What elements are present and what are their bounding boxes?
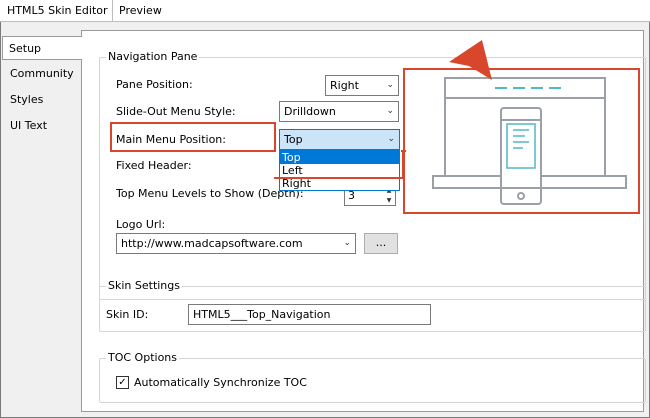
dropdown-callout xyxy=(274,151,404,179)
side-tab-community[interactable]: Community xyxy=(4,62,80,86)
logo-url-value: http://www.madcapsoftware.com xyxy=(121,237,303,250)
slide-out-style-value: Drilldown xyxy=(284,105,336,118)
logo-url-label: Logo Url: xyxy=(116,218,166,231)
top-menu-levels-value: 3 xyxy=(348,189,355,202)
pane-position-value: Right xyxy=(330,79,359,92)
main-menu-position-select[interactable]: Top ⌄ xyxy=(279,129,400,150)
chevron-down-icon: ⌄ xyxy=(386,106,394,116)
auto-sync-label: Automatically Synchronize TOC xyxy=(134,376,307,389)
pane-position-select[interactable]: Right ⌄ xyxy=(325,75,399,96)
side-tab-styles[interactable]: Styles xyxy=(4,88,80,112)
pane-position-label: Pane Position: xyxy=(116,78,193,91)
chevron-down-icon: ⌄ xyxy=(386,80,394,90)
skin-settings-title: Skin Settings xyxy=(106,279,182,293)
editor-tab-bar: HTML5 Skin Editor Preview xyxy=(0,0,650,22)
slide-out-style-label: Slide-Out Menu Style: xyxy=(116,105,236,118)
chevron-down-icon: ⌄ xyxy=(387,134,395,144)
main-menu-callout xyxy=(110,122,276,152)
logo-url-browse-button[interactable]: ... xyxy=(364,233,398,254)
side-tabs: Setup Community Styles UI Text xyxy=(0,22,82,418)
callout-arrow-shape xyxy=(449,40,492,80)
slide-out-style-select[interactable]: Drilldown ⌄ xyxy=(279,101,399,122)
layout-preview-illustration xyxy=(403,68,640,214)
logo-url-select[interactable]: http://www.madcapsoftware.com ⌄ xyxy=(116,233,356,254)
callout-connector xyxy=(401,150,406,152)
toc-options-title: TOC Options xyxy=(106,351,179,365)
main-menu-position-value: Top xyxy=(284,133,303,146)
navigation-pane-title: Navigation Pane xyxy=(106,50,200,64)
tab-preview[interactable]: Preview xyxy=(112,0,168,22)
layout-preview-svg xyxy=(432,77,627,205)
auto-sync-checkbox[interactable]: ✓ xyxy=(116,376,129,389)
side-tab-ui-text[interactable]: UI Text xyxy=(4,114,80,138)
side-tab-setup[interactable]: Setup xyxy=(2,36,82,60)
top-menu-levels-label: Top Menu Levels to Show (Depth): xyxy=(116,187,304,200)
tab-html5-skin-editor[interactable]: HTML5 Skin Editor xyxy=(1,0,114,22)
checkmark-icon: ✓ xyxy=(118,377,127,388)
callout-arrow-icon xyxy=(449,40,492,80)
chevron-down-icon: ⌄ xyxy=(343,238,351,248)
skin-id-input[interactable]: HTML5___Top_Navigation xyxy=(188,304,431,325)
skin-id-label: Skin ID: xyxy=(106,308,149,321)
spin-down-icon[interactable]: ▼ xyxy=(383,196,395,206)
fixed-header-label: Fixed Header: xyxy=(116,159,192,172)
